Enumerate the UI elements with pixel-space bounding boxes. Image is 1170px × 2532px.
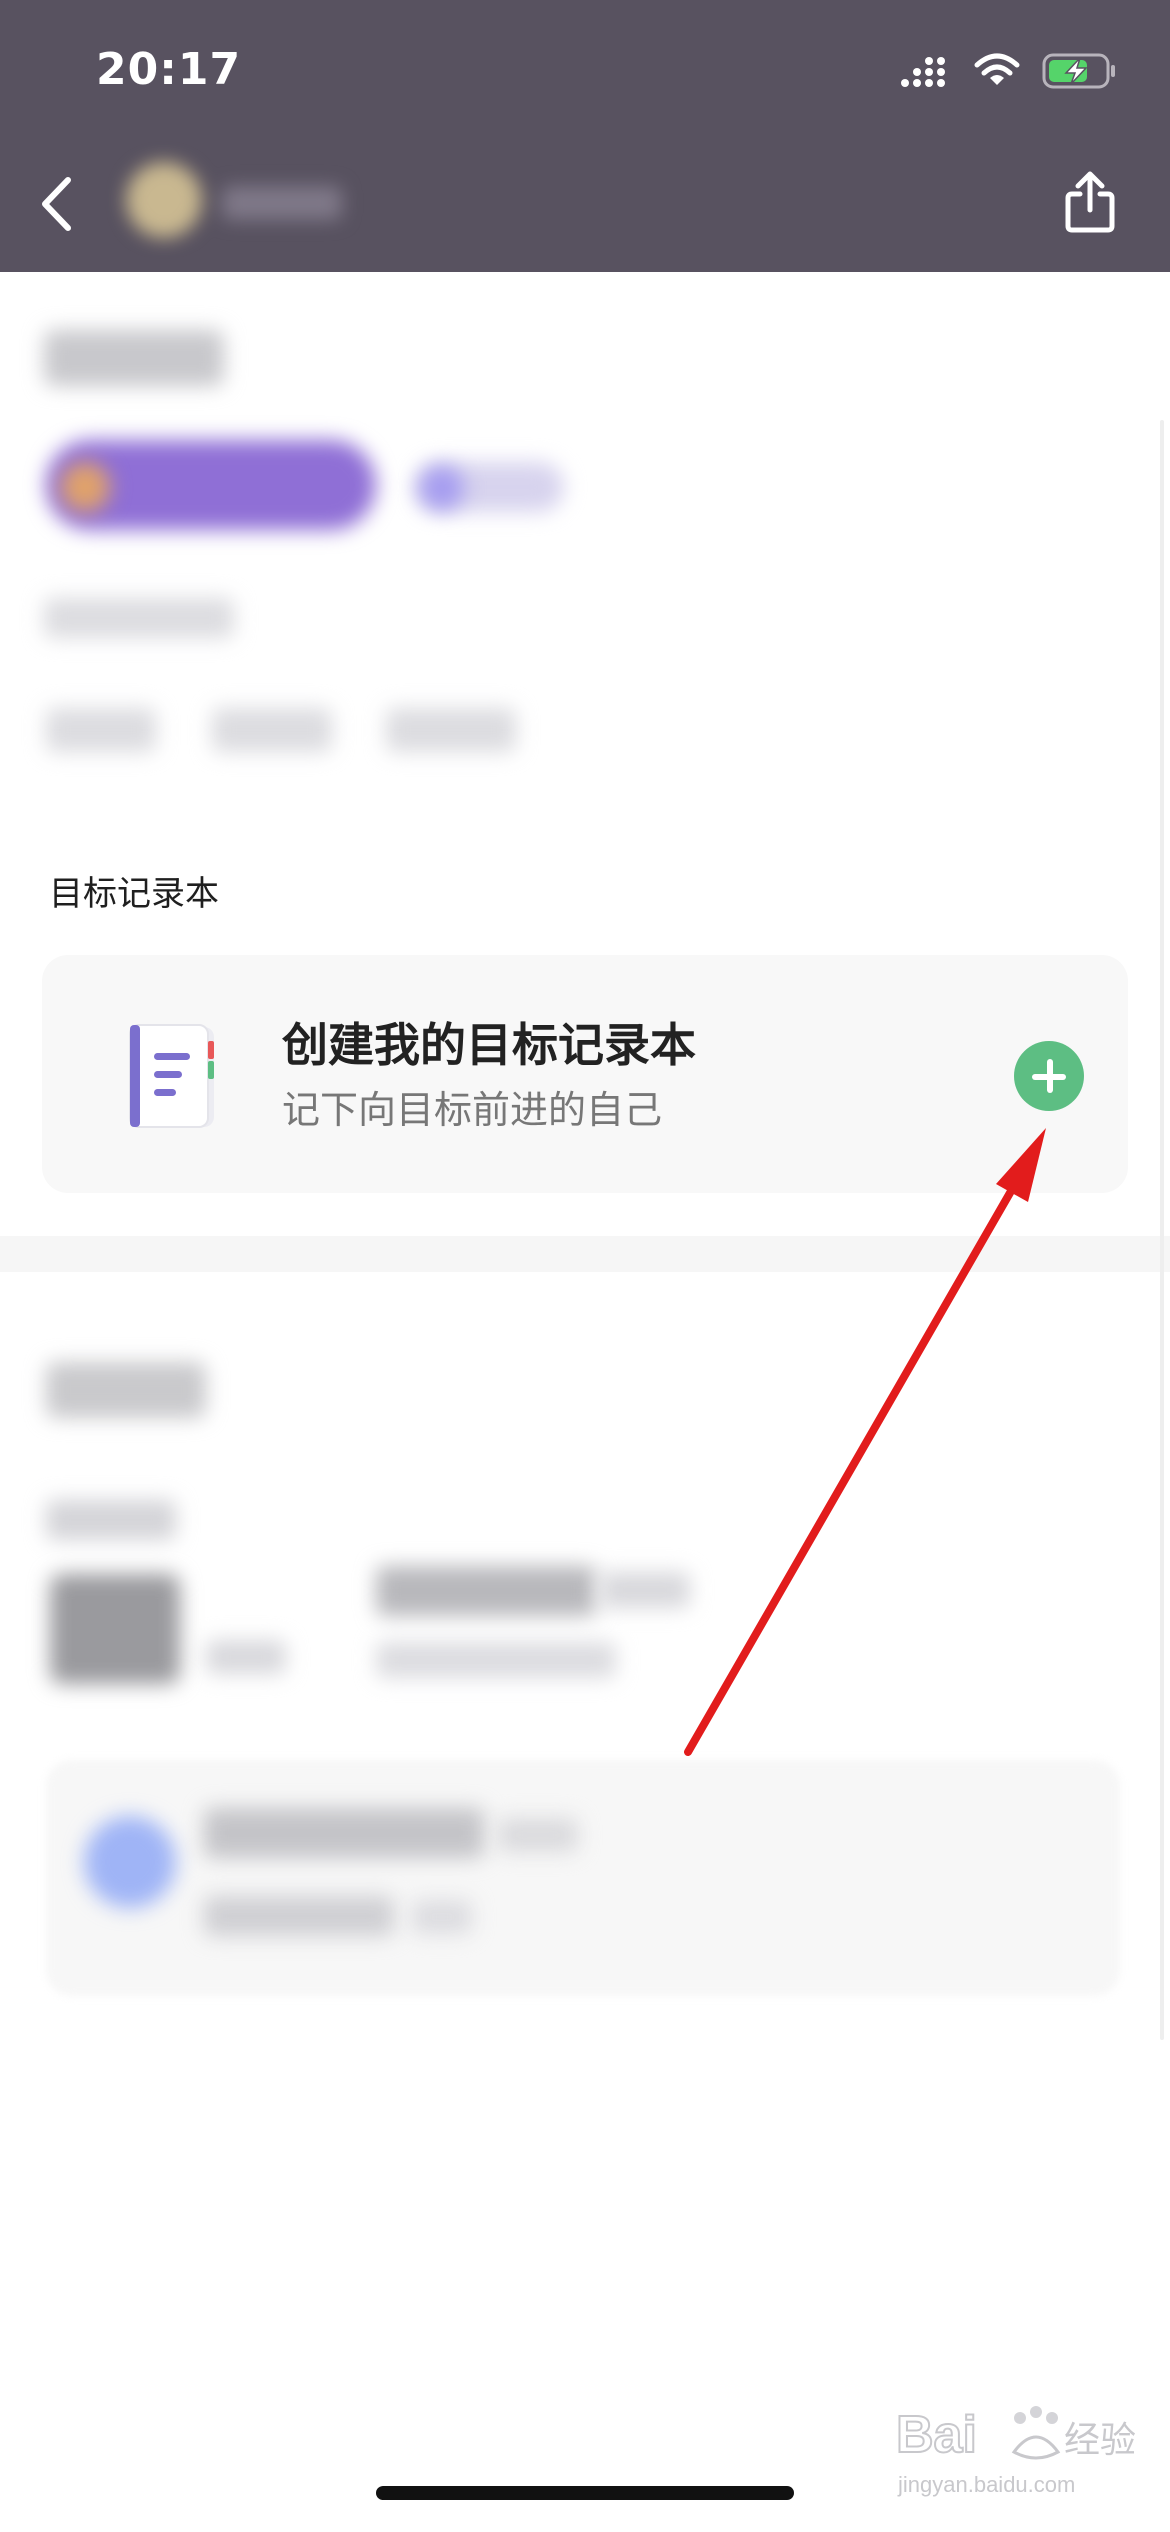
home-indicator[interactable] — [376, 2486, 794, 2500]
section-title: 目标记录本 — [49, 874, 219, 914]
create-goal-notebook-card[interactable]: 创建我的目标记录本 记下向目标前进的自己 — [42, 955, 1128, 1193]
wifi-icon — [974, 53, 1020, 85]
share-button[interactable] — [1054, 162, 1126, 242]
share-icon — [1065, 171, 1115, 233]
status-time: 20:17 — [96, 44, 242, 95]
blurred-stat — [212, 708, 332, 752]
watermark-brand-tail: 经验 — [1064, 2419, 1136, 2460]
blurred-text — [46, 1500, 176, 1540]
blurred-text — [206, 1640, 286, 1674]
profile-name-redacted — [222, 186, 342, 220]
status-icons — [900, 52, 1118, 90]
baidu-jingyan-watermark: Bai 经验 jingyan.baidu.com — [896, 2405, 1136, 2497]
blurred-profile — [126, 158, 366, 248]
avatar — [126, 162, 202, 238]
section-divider — [0, 1236, 1170, 1272]
back-button[interactable] — [28, 168, 84, 240]
scrollbar-track — [1160, 420, 1164, 2040]
blurred-text — [376, 1566, 596, 1616]
blurred-heading — [44, 330, 224, 386]
blurred-text — [600, 1572, 690, 1608]
app-header: 20:17 — [0, 0, 1170, 272]
blurred-text — [498, 1818, 578, 1852]
blurred-heading — [46, 1362, 206, 1418]
card-subtitle: 记下向目标前进的自己 — [282, 1088, 663, 1132]
blurred-tag-icon — [60, 462, 110, 512]
battery-charging-icon — [1042, 53, 1115, 89]
chevron-left-icon — [42, 177, 71, 231]
blurred-text — [376, 1642, 616, 1678]
notebook-icon — [129, 1024, 214, 1128]
blurred-card — [46, 1760, 1120, 1996]
blurred-text — [204, 1896, 394, 1936]
blurred-text — [44, 598, 234, 638]
add-goal-button[interactable] — [1014, 1041, 1084, 1111]
card-title: 创建我的目标记录本 — [282, 1018, 696, 1072]
blurred-stat — [386, 708, 516, 752]
watermark-brand: Bai — [896, 2406, 977, 2464]
blurred-text — [412, 1900, 472, 1934]
blurred-number — [50, 1574, 180, 1684]
blurred-avatar — [84, 1816, 176, 1908]
blurred-tag-icon — [420, 466, 464, 510]
blurred-stat — [46, 708, 156, 752]
blurred-text — [204, 1808, 484, 1858]
watermark-url: jingyan.baidu.com — [897, 2472, 1075, 2497]
cellular-signal-icon — [901, 57, 945, 87]
